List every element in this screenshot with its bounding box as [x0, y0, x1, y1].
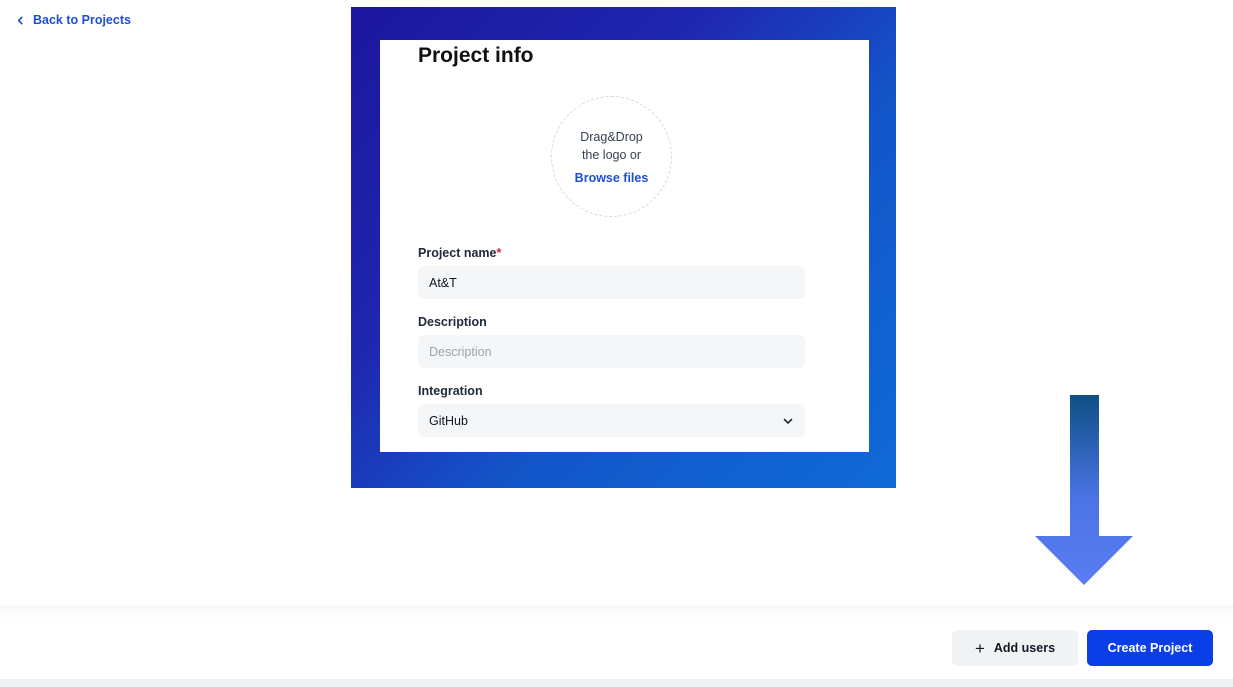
project-info-card: Project info Drag&Drop the logo or Brows… — [380, 40, 869, 452]
add-users-label: Add users — [993, 641, 1056, 655]
add-users-button[interactable]: + Add users — [952, 630, 1078, 666]
footer-bar: + Add users Create Project — [0, 605, 1233, 687]
required-marker: * — [496, 246, 502, 260]
plus-icon: + — [974, 638, 985, 658]
highlight-frame: Project info Drag&Drop the logo or Brows… — [351, 7, 896, 488]
project-name-label: Project name* — [418, 246, 501, 260]
logo-dropzone[interactable]: Drag&Drop the logo or Browse files — [551, 96, 672, 217]
description-placeholder: Description — [429, 344, 492, 359]
create-project-button[interactable]: Create Project — [1087, 630, 1213, 666]
back-to-projects-link[interactable]: Back to Projects — [16, 13, 131, 27]
project-name-value: At&T — [429, 275, 457, 290]
page: Back to Projects Project info Drag&Drop … — [0, 0, 1233, 687]
card-title: Project info — [418, 44, 534, 67]
dropzone-text-line1: Drag&Drop — [580, 130, 643, 144]
description-label: Description — [418, 315, 487, 329]
dropzone-text-line2: the logo or — [581, 148, 642, 162]
description-input[interactable]: Description — [418, 335, 805, 368]
project-name-input[interactable]: At&T — [418, 266, 805, 299]
chevron-down-icon — [783, 418, 793, 424]
chevron-left-icon — [17, 16, 23, 24]
footer-divider — [0, 679, 1233, 687]
browse-files-link[interactable]: Browse files — [575, 171, 649, 185]
integration-select[interactable]: GitHub — [418, 404, 805, 437]
integration-selected-value: GitHub — [429, 413, 468, 428]
arrow-down-icon — [1035, 395, 1133, 585]
integration-label: Integration — [418, 384, 483, 398]
back-link-label: Back to Projects — [33, 13, 131, 27]
project-name-label-text: Project name — [418, 246, 497, 260]
